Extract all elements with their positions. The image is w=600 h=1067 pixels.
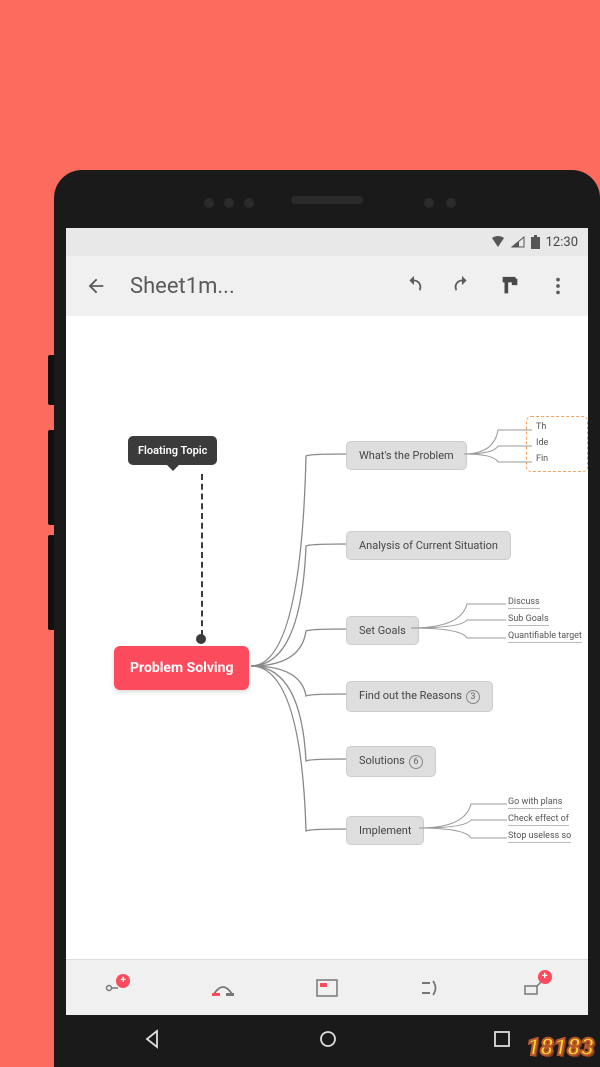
mindmap-canvas[interactable]: Floating Topic Problem Solving What's th… <box>66 316 588 959</box>
redo-button[interactable] <box>442 266 482 306</box>
nav-back-button[interactable] <box>143 1029 163 1053</box>
sensor-dot <box>224 198 234 208</box>
power-button <box>48 355 54 405</box>
sensor-dot <box>244 198 254 208</box>
nav-home-button[interactable] <box>318 1029 338 1053</box>
arrow-down-icon <box>167 465 179 471</box>
status-bar: 12:30 <box>66 228 588 256</box>
screen: 12:30 Sheet1m... Floating Topic <box>66 228 588 1067</box>
leaf-node[interactable]: Quantifiable target <box>508 630 582 643</box>
branch-node[interactable]: Analysis of Current Situation <box>346 531 511 560</box>
more-button[interactable] <box>538 266 578 306</box>
nav-recent-button[interactable] <box>493 1030 511 1052</box>
add-relationship-button[interactable] <box>203 968 243 1008</box>
leaf-node[interactable]: Fin <box>536 453 548 465</box>
root-topic-node[interactable]: Problem Solving <box>114 646 249 690</box>
watermark-logo: 18183 <box>527 1033 594 1061</box>
relationship-line <box>201 474 203 636</box>
leaf-node[interactable]: Th <box>536 421 546 433</box>
leaf-node[interactable]: Discuss <box>508 596 540 609</box>
branch-node[interactable]: Set Goals <box>346 616 419 645</box>
leaf-connectors <box>419 798 507 846</box>
add-summary-button[interactable] <box>411 968 451 1008</box>
branch-connectors <box>251 436 361 856</box>
undo-button[interactable] <box>394 266 434 306</box>
branch-node[interactable]: Solutions 6 <box>346 746 436 777</box>
back-button[interactable] <box>76 266 116 306</box>
floating-topic-node[interactable]: Floating Topic <box>128 436 217 465</box>
leaf-connectors <box>411 598 506 646</box>
status-time: 12:30 <box>546 235 578 250</box>
wifi-icon <box>491 236 505 248</box>
volume-down-button <box>48 535 54 630</box>
branch-label: What's the Problem <box>359 449 454 462</box>
phone-frame: 12:30 Sheet1m... Floating Topic <box>54 170 600 1067</box>
leaf-node[interactable]: Sub Goals <box>508 613 549 626</box>
document-title[interactable]: Sheet1m... <box>124 274 386 299</box>
branch-node[interactable]: What's the Problem <box>346 441 467 470</box>
branch-label: Analysis of Current Situation <box>359 539 498 552</box>
branch-label: Set Goals <box>359 624 406 637</box>
relationship-endpoint <box>196 634 206 644</box>
add-floating-button[interactable]: + <box>516 968 556 1008</box>
leaf-node[interactable]: Stop useless so <box>508 830 571 843</box>
plus-icon: + <box>538 970 552 984</box>
android-nav-bar <box>66 1015 588 1067</box>
bottom-toolbar: + + <box>66 959 588 1015</box>
leaf-node[interactable]: Check effect of <box>508 813 569 826</box>
leaf-node[interactable]: Go with plans <box>508 796 562 809</box>
branch-label: Solutions <box>359 754 405 767</box>
volume-up-button <box>48 430 54 525</box>
sensor-dot <box>446 198 456 208</box>
plus-icon: + <box>116 974 130 988</box>
sensor-dot <box>424 198 434 208</box>
branch-label: Find out the Reasons <box>359 689 462 702</box>
branch-node[interactable]: Find out the Reasons 3 <box>346 681 493 712</box>
root-topic-label: Problem Solving <box>130 660 233 676</box>
floating-topic-label: Floating Topic <box>138 444 207 457</box>
format-button[interactable] <box>490 266 530 306</box>
leaf-node[interactable]: Ide <box>536 437 548 449</box>
add-subtopic-button[interactable]: + <box>98 968 138 1008</box>
cell-signal-icon <box>511 236 525 248</box>
count-badge: 3 <box>466 690 480 704</box>
sensor-dot <box>204 198 214 208</box>
branch-node[interactable]: Implement <box>346 816 424 845</box>
speaker-grille <box>291 196 363 204</box>
leaf-connectors <box>464 424 534 472</box>
count-badge: 6 <box>409 755 423 769</box>
top-toolbar: Sheet1m... <box>66 256 588 316</box>
branch-label: Implement <box>359 824 411 837</box>
battery-icon <box>531 235 540 249</box>
add-boundary-button[interactable] <box>307 968 347 1008</box>
